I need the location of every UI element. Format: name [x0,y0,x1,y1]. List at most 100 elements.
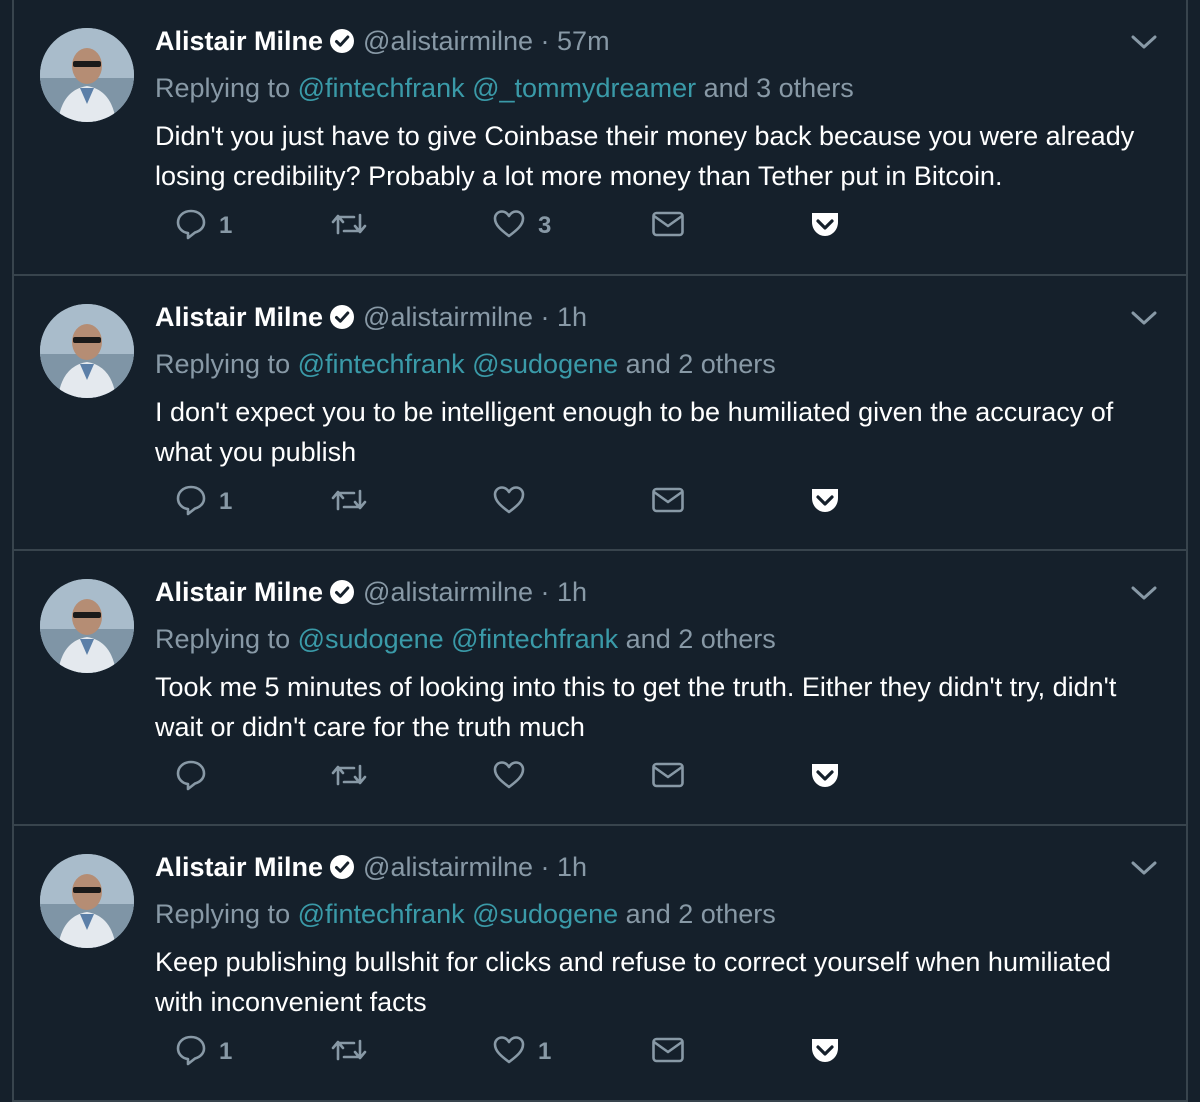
mention-link[interactable]: @fintechfrank [298,73,465,103]
separator: · [540,852,550,882]
separator: · [540,26,550,56]
tweet-text: I don't expect you to be intelligent eno… [155,397,1114,467]
direct-message-button[interactable] [651,757,685,797]
tweet-header: Alistair Milne @alistairmilne · 1h [155,300,587,338]
tweet-text: Didn't you just have to give Coinbase th… [155,121,1135,191]
reply-icon [175,1034,207,1071]
avatar[interactable] [40,304,134,398]
verified-badge-icon [329,304,355,338]
envelope-icon [651,760,685,795]
pocket-button[interactable] [809,1032,841,1072]
timeline: Alistair Milne @alistairmilne · 57m Reply… [12,0,1188,1102]
like-button[interactable] [492,757,538,797]
tweet[interactable]: Alistair Milne @alistairmilne · 1h Replyi… [14,826,1186,1102]
others-link[interactable]: and 2 others [626,349,776,379]
timestamp[interactable]: 1h [557,577,587,607]
mention-link[interactable]: @sudogene [298,624,444,654]
tweet-actions [155,757,875,797]
direct-message-button[interactable] [651,482,685,522]
avatar[interactable] [40,854,134,948]
chevron-down-icon[interactable] [1130,583,1158,603]
handle[interactable]: @alistairmilne [363,577,533,607]
mention-link[interactable]: @fintechfrank [298,899,465,929]
reply-count: 1 [219,212,233,239]
replying-to: Replying to @sudogene @fintechfrank and … [155,622,776,656]
replying-to: Replying to @fintechfrank @sudogene and … [155,347,776,381]
timestamp[interactable]: 1h [557,852,587,882]
verified-badge-icon [329,854,355,888]
envelope-icon [651,485,685,520]
mention-link[interactable]: @_tommydreamer [472,73,696,103]
retweet-button[interactable] [330,757,380,797]
avatar[interactable] [40,28,134,122]
direct-message-button[interactable] [651,1032,685,1072]
tweet-header: Alistair Milne @alistairmilne · 1h [155,850,587,888]
tweet[interactable]: Alistair Milne @alistairmilne · 57m Reply… [14,0,1186,276]
retweet-icon [330,484,368,521]
like-button[interactable]: 1 [492,1032,551,1072]
handle[interactable]: @alistairmilne [363,302,533,332]
direct-message-button[interactable] [651,206,685,246]
tweet-text: Keep publishing bullshit for clicks and … [155,947,1111,1017]
heart-icon [492,208,526,245]
avatar[interactable] [40,579,134,673]
others-link[interactable]: and 2 others [626,624,776,654]
display-name[interactable]: Alistair Milne [155,852,323,882]
handle[interactable]: @alistairmilne [363,852,533,882]
tweet-header: Alistair Milne @alistairmilne · 57m [155,24,610,62]
timestamp[interactable]: 1h [557,302,587,332]
like-count: 3 [538,212,552,239]
display-name[interactable]: Alistair Milne [155,577,323,607]
heart-icon [492,1034,526,1071]
tweet[interactable]: Alistair Milne @alistairmilne · 1h Replyi… [14,276,1186,551]
pocket-button[interactable] [809,206,841,246]
retweet-icon [330,208,368,245]
pocket-icon [809,760,841,795]
tweet[interactable]: Alistair Milne @alistairmilne · 1h Replyi… [14,551,1186,826]
tweet-actions: 1 [155,482,875,522]
timestamp[interactable]: 57m [557,26,610,56]
retweet-button[interactable] [330,1032,380,1072]
like-button[interactable]: 3 [492,206,551,246]
tweet-header: Alistair Milne @alistairmilne · 1h [155,575,587,613]
replying-to: Replying to @fintechfrank @sudogene and … [155,897,776,931]
display-name[interactable]: Alistair Milne [155,302,323,332]
others-link[interactable]: and 3 others [704,73,854,103]
display-name[interactable]: Alistair Milne [155,26,323,56]
like-button[interactable] [492,482,538,522]
pocket-button[interactable] [809,482,841,522]
mention-link[interactable]: @sudogene [472,899,618,929]
envelope-icon [651,209,685,244]
mention-link[interactable]: @fintechfrank [298,349,465,379]
heart-icon [492,484,526,521]
tweet-actions: 1 3 [155,206,875,246]
reply-icon [175,484,207,521]
pocket-icon [809,485,841,520]
others-link[interactable]: and 2 others [626,899,776,929]
chevron-down-icon[interactable] [1130,32,1158,52]
mention-link[interactable]: @sudogene [472,349,618,379]
reply-icon [175,208,207,245]
reply-button[interactable]: 1 [175,482,232,522]
pocket-button[interactable] [809,757,841,797]
separator: · [540,302,550,332]
retweet-button[interactable] [330,206,380,246]
reply-count: 1 [219,1038,233,1065]
retweet-icon [330,759,368,796]
replying-prefix: Replying to [155,899,291,929]
mention-link[interactable]: @fintechfrank [451,624,618,654]
reply-button[interactable]: 1 [175,206,232,246]
chevron-down-icon[interactable] [1130,308,1158,328]
separator: · [540,577,550,607]
reply-button[interactable]: 1 [175,1032,232,1072]
tweet-actions: 1 1 [155,1032,875,1072]
heart-icon [492,759,526,796]
reply-icon [175,759,207,796]
reply-button[interactable] [175,757,219,797]
handle[interactable]: @alistairmilne [363,26,533,56]
retweet-icon [330,1034,368,1071]
retweet-button[interactable] [330,482,380,522]
like-count: 1 [538,1038,552,1065]
replying-prefix: Replying to [155,349,291,379]
chevron-down-icon[interactable] [1130,858,1158,878]
